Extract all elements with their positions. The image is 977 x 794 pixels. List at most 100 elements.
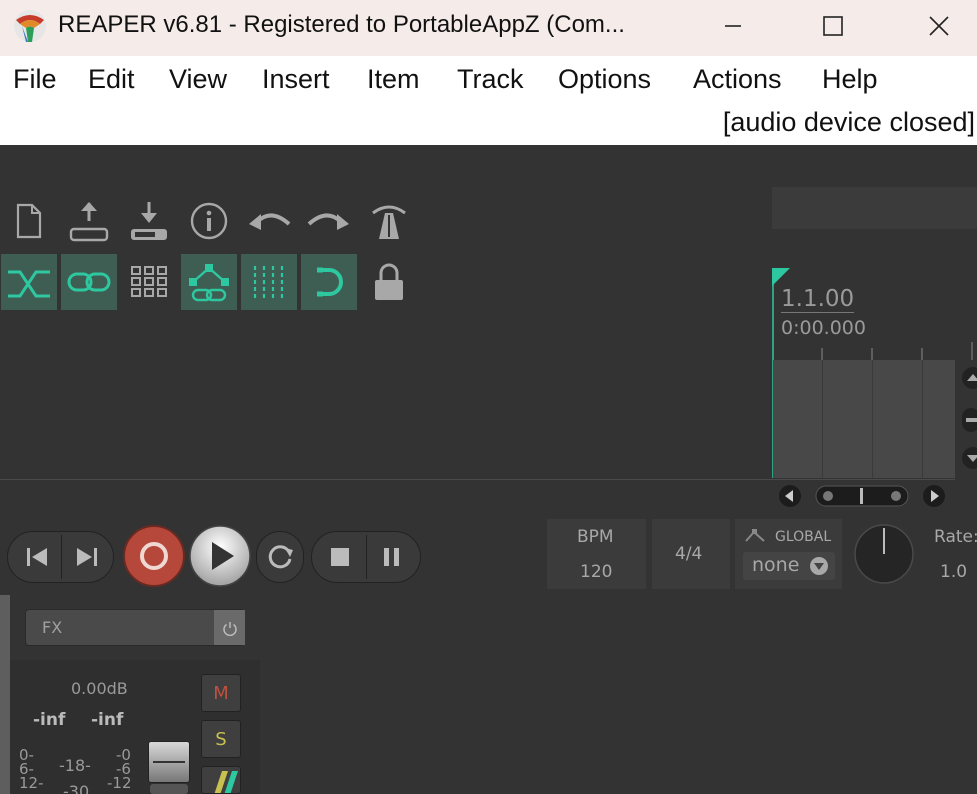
menu-file[interactable]: File — [13, 64, 57, 95]
automation-envelope-icon — [745, 529, 765, 542]
horizontal-scrollbar[interactable] — [776, 483, 950, 511]
auto-crossfade-toggle[interactable] — [1, 254, 57, 310]
time-signature-display[interactable]: 4/4 — [652, 519, 730, 589]
volume-fader-handle[interactable] — [148, 741, 190, 783]
undo-icon — [249, 213, 291, 230]
grid-toggle[interactable] — [121, 254, 177, 310]
menu-item[interactable]: Item — [367, 64, 420, 95]
skip-start-icon — [27, 548, 47, 566]
position-beats[interactable]: 1.1.00 — [781, 286, 855, 313]
minimize-button[interactable] — [708, 8, 758, 44]
undo-button[interactable] — [241, 193, 297, 249]
ripple-edit-icon — [67, 272, 111, 292]
maximize-button[interactable] — [808, 8, 858, 44]
new-project-button[interactable] — [1, 193, 57, 249]
envelope-link-icon — [189, 264, 229, 302]
playrate-knob[interactable] — [853, 523, 915, 585]
snap-icon — [317, 267, 343, 297]
stop-button[interactable] — [316, 533, 364, 581]
menu-options[interactable]: Options — [558, 64, 651, 95]
project-info-icon — [190, 202, 228, 240]
meter-scale-mid-0: -18- — [59, 756, 91, 775]
time-signature-value: 4/4 — [675, 544, 703, 564]
ripple-edit-toggle[interactable] — [61, 254, 117, 310]
power-icon — [222, 621, 237, 636]
skip-end-icon — [77, 548, 97, 566]
go-to-end-button[interactable] — [63, 533, 111, 581]
menu-edit[interactable]: Edit — [88, 64, 135, 95]
snap-grid-icon — [253, 266, 284, 298]
menu-track[interactable]: Track — [457, 64, 524, 95]
redo-button[interactable] — [301, 193, 357, 249]
audio-device-status[interactable]: [audio device closed] — [723, 107, 975, 138]
record-button[interactable] — [122, 524, 186, 588]
phase-icon — [214, 771, 238, 793]
minimize-icon — [725, 25, 741, 27]
ruler-header — [772, 187, 977, 229]
snap-grid-toggle[interactable] — [241, 254, 297, 310]
maximize-icon — [823, 16, 843, 36]
fx-slot[interactable]: FX — [25, 609, 245, 646]
volume-readout[interactable]: 0.00dB — [71, 679, 128, 698]
chevron-down-icon — [810, 557, 828, 575]
save-project-icon — [69, 202, 109, 242]
lock-icon — [375, 263, 403, 300]
panel-divider — [0, 479, 955, 480]
automation-mode-dropdown[interactable]: none — [743, 552, 835, 580]
transport-separator — [366, 535, 367, 579]
lock-toggle[interactable] — [361, 254, 417, 310]
close-icon — [929, 16, 949, 36]
record-icon — [123, 525, 185, 587]
bpm-label: BPM — [577, 527, 614, 547]
menu-help[interactable]: Help — [822, 64, 878, 95]
go-to-start-button[interactable] — [13, 533, 61, 581]
metronome-icon — [372, 205, 406, 239]
envelope-link-toggle[interactable] — [181, 254, 237, 310]
bpm-value: 120 — [580, 562, 613, 582]
reaper-logo-icon — [14, 10, 46, 42]
arrange-view[interactable] — [773, 360, 955, 478]
window-title: REAPER v6.81 - Registered to PortableApp… — [58, 11, 625, 38]
meter-scale-mid-1: -30 — [63, 782, 90, 794]
rate-value[interactable]: 1.0 — [940, 562, 967, 582]
open-project-icon — [131, 202, 167, 240]
meter-scale-left-2: 12- — [19, 774, 44, 792]
menu-view[interactable]: View — [169, 64, 227, 95]
pause-button[interactable] — [368, 533, 416, 581]
automation-mode-value: none — [752, 554, 800, 576]
save-project-button[interactable] — [61, 193, 117, 249]
repeat-toggle[interactable] — [256, 533, 304, 581]
menu-actions[interactable]: Actions — [693, 64, 782, 95]
position-time[interactable]: 0:00.000 — [781, 317, 866, 339]
menu-bar: File Edit View Insert Item Track Options… — [0, 56, 977, 145]
grid-line — [922, 360, 923, 478]
transport-separator — [61, 535, 62, 579]
snap-toggle[interactable] — [301, 254, 357, 310]
peak-right[interactable]: -inf — [91, 710, 123, 730]
global-automation-panel: GLOBAL none — [735, 519, 842, 589]
play-button[interactable] — [188, 524, 252, 588]
phase-button[interactable] — [201, 766, 241, 794]
menu-insert[interactable]: Insert — [262, 64, 330, 95]
title-bar: REAPER v6.81 - Registered to PortableApp… — [0, 0, 977, 56]
repeat-icon — [268, 545, 293, 569]
solo-button[interactable]: S — [201, 720, 241, 758]
stop-icon — [331, 548, 349, 566]
metronome-button[interactable] — [361, 193, 417, 249]
project-info-button[interactable] — [181, 193, 237, 249]
close-button[interactable] — [914, 8, 964, 44]
grid-line — [822, 360, 823, 478]
pause-icon — [384, 548, 399, 566]
grid-icon — [131, 266, 167, 297]
fx-bypass-button[interactable] — [214, 610, 245, 645]
vertical-zoom-controls[interactable] — [958, 366, 977, 474]
open-project-button[interactable] — [121, 193, 177, 249]
mute-button[interactable]: M — [201, 674, 241, 712]
mixer-edge — [0, 595, 10, 794]
bpm-display[interactable]: BPM 120 — [547, 519, 646, 589]
peak-left[interactable]: -inf — [33, 710, 65, 730]
fx-label: FX — [42, 618, 63, 637]
new-project-icon — [16, 203, 42, 239]
redo-icon — [307, 213, 349, 230]
fader-line — [153, 761, 185, 763]
